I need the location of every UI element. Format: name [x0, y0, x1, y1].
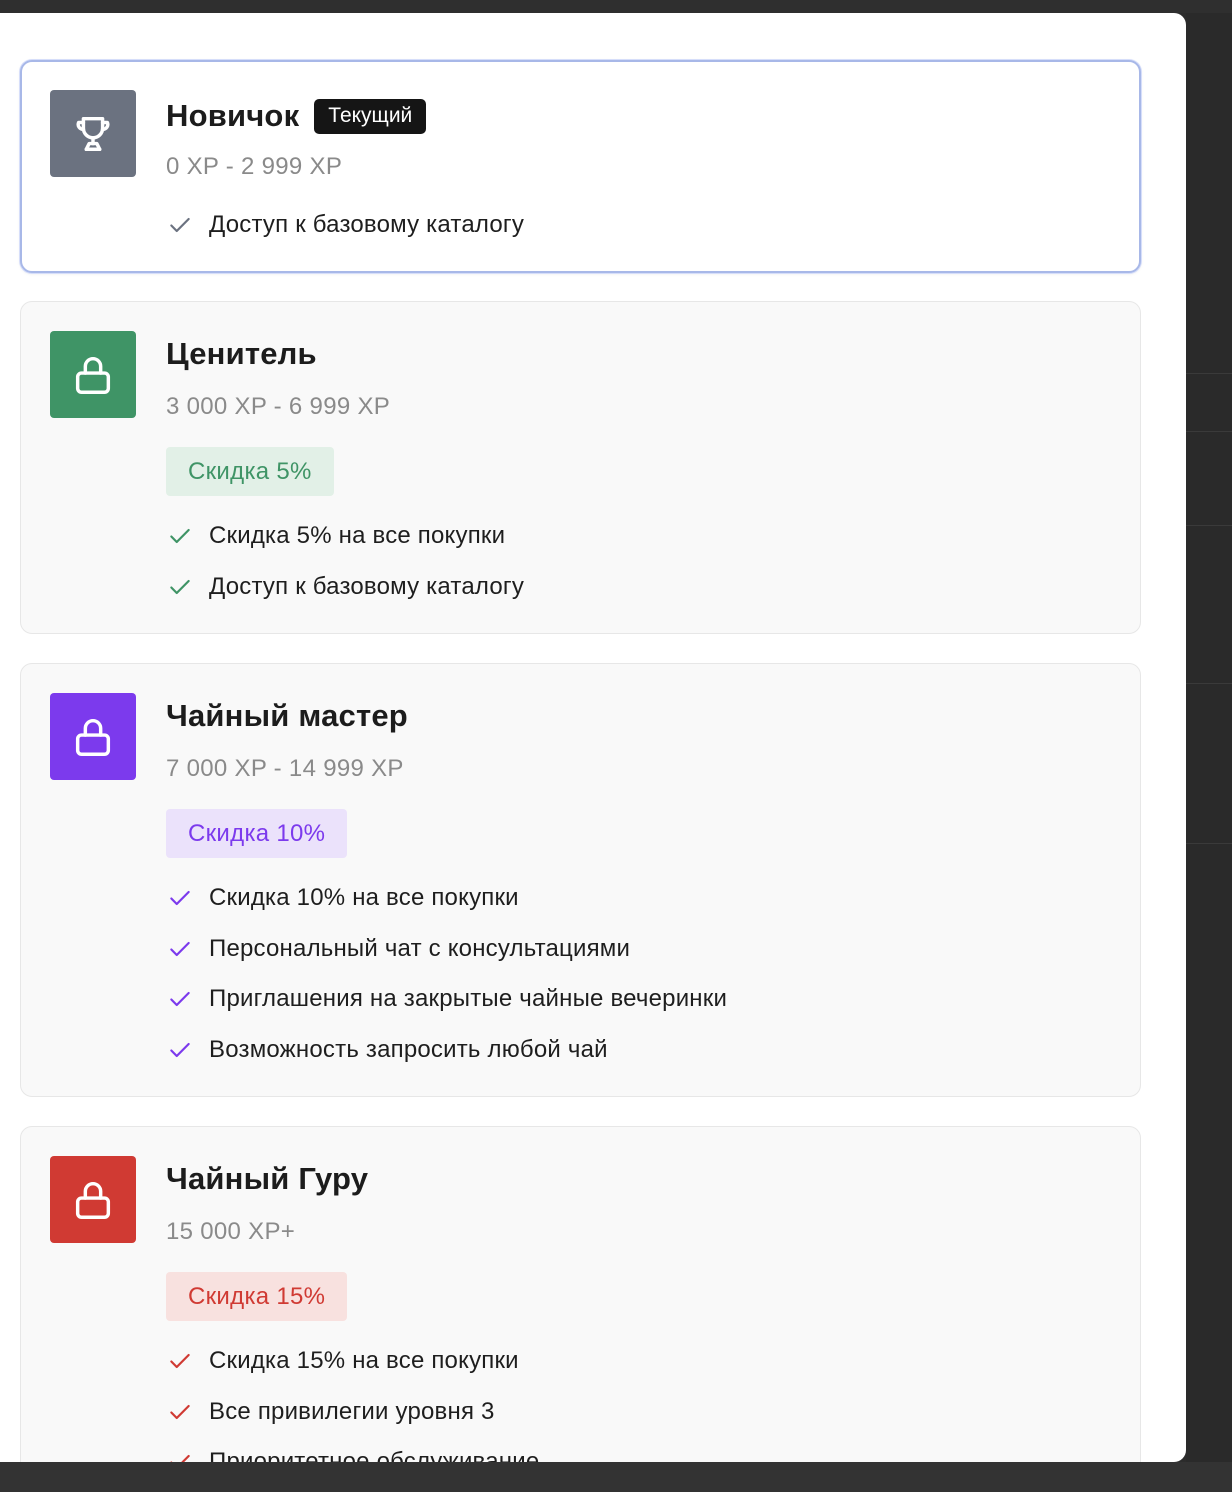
feature-item: Все привилегии уровня 3: [166, 1387, 539, 1438]
level-title-row: Ценитель: [166, 334, 317, 374]
feature-item: Доступ к базовому каталогу: [166, 562, 524, 613]
window-top-strip: [0, 0, 1232, 13]
feature-item: Доступ к базовому каталогу: [166, 200, 524, 251]
level-xp-range: 15 000 XP+: [166, 1218, 296, 1245]
discount-badge: Скидка 10%: [166, 809, 348, 858]
level-icon-box: [50, 693, 136, 780]
feature-text: Скидка 10% на все покупки: [209, 884, 519, 912]
check-icon: [166, 1448, 194, 1462]
window-bottom-strip: [0, 1462, 1232, 1492]
level-title: Чайный мастер: [166, 698, 408, 733]
level-xp-range: 7 000 XP - 14 999 XP: [166, 755, 404, 782]
feature-text: Возможность запросить любой чай: [209, 1035, 608, 1063]
level-icon-box: [50, 1156, 136, 1243]
check-icon: [166, 884, 194, 912]
check-icon: [166, 211, 194, 239]
feature-item: Скидка 5% на все покупки: [166, 511, 524, 562]
level-title: Ценитель: [166, 336, 317, 371]
feature-item: Скидка 15% на все покупки: [166, 1336, 539, 1387]
feature-text: Персональный чат с консультациями: [209, 934, 631, 962]
discount-badge: Скидка 15%: [166, 1272, 348, 1321]
levels-modal: Новичок Текущий 0 XP - 2 999 XP Доступ к…: [0, 13, 1186, 1462]
level-xp-range: 0 XP - 2 999 XP: [166, 153, 343, 180]
level-title: Чайный Гуру: [166, 1161, 369, 1196]
lock-icon: [70, 352, 116, 398]
lock-icon: [70, 714, 116, 760]
level-card-tea-master: Чайный мастер 7 000 XP - 14 999 XP Скидк…: [20, 663, 1141, 1097]
level-title-row: Новичок Текущий: [166, 96, 427, 136]
feature-item: Приоритетное обслуживание: [166, 1437, 539, 1462]
trophy-icon: [70, 111, 116, 157]
level-icon-box: [50, 331, 136, 418]
feature-item: Скидка 10% на все покупки: [166, 873, 727, 924]
level-xp-range: 3 000 XP - 6 999 XP: [166, 393, 391, 420]
feature-text: Скидка 5% на все покупки: [209, 522, 506, 550]
feature-text: Приоритетное обслуживание: [209, 1448, 540, 1462]
check-icon: [166, 573, 194, 601]
check-icon: [166, 1398, 194, 1426]
feature-text: Доступ к базовому каталогу: [209, 572, 525, 600]
level-card-novice: Новичок Текущий 0 XP - 2 999 XP Доступ к…: [20, 60, 1141, 273]
levels-list[interactable]: Новичок Текущий 0 XP - 2 999 XP Доступ к…: [0, 13, 1186, 1462]
level-card-tea-guru: Чайный Гуру 15 000 XP+ Скидка 15% Скидка…: [20, 1126, 1141, 1462]
feature-item: Возможность запросить любой чай: [166, 1025, 727, 1076]
lock-icon: [70, 1177, 116, 1223]
check-icon: [166, 985, 194, 1013]
check-icon: [166, 935, 194, 963]
discount-badge: Скидка 5%: [166, 447, 334, 496]
feature-text: Приглашения на закрытые чайные вечеринки: [209, 985, 728, 1013]
feature-text: Все привилегии уровня 3: [209, 1397, 495, 1425]
level-features: Скидка 15% на все покупки Все привилегии…: [166, 1336, 539, 1462]
level-title-row: Чайный мастер: [166, 696, 408, 736]
feature-item: Персональный чат с консультациями: [166, 924, 727, 975]
check-icon: [166, 1036, 194, 1064]
feature-text: Доступ к базовому каталогу: [209, 211, 525, 239]
feature-item: Приглашения на закрытые чайные вечеринки: [166, 974, 727, 1025]
level-features: Доступ к базовому каталогу: [166, 200, 524, 251]
level-title: Новичок: [166, 98, 300, 133]
check-icon: [166, 522, 194, 550]
feature-text: Скидка 15% на все покупки: [209, 1347, 519, 1375]
level-card-connoisseur: Ценитель 3 000 XP - 6 999 XP Скидка 5% С…: [20, 301, 1141, 634]
level-features: Скидка 5% на все покупки Доступ к базово…: [166, 511, 524, 612]
level-icon-box: [50, 90, 136, 177]
level-title-row: Чайный Гуру: [166, 1159, 368, 1199]
current-level-badge: Текущий: [314, 98, 427, 134]
backdrop: [1186, 13, 1232, 1462]
level-features: Скидка 10% на все покупки Персональный ч…: [166, 873, 727, 1075]
check-icon: [166, 1347, 194, 1375]
